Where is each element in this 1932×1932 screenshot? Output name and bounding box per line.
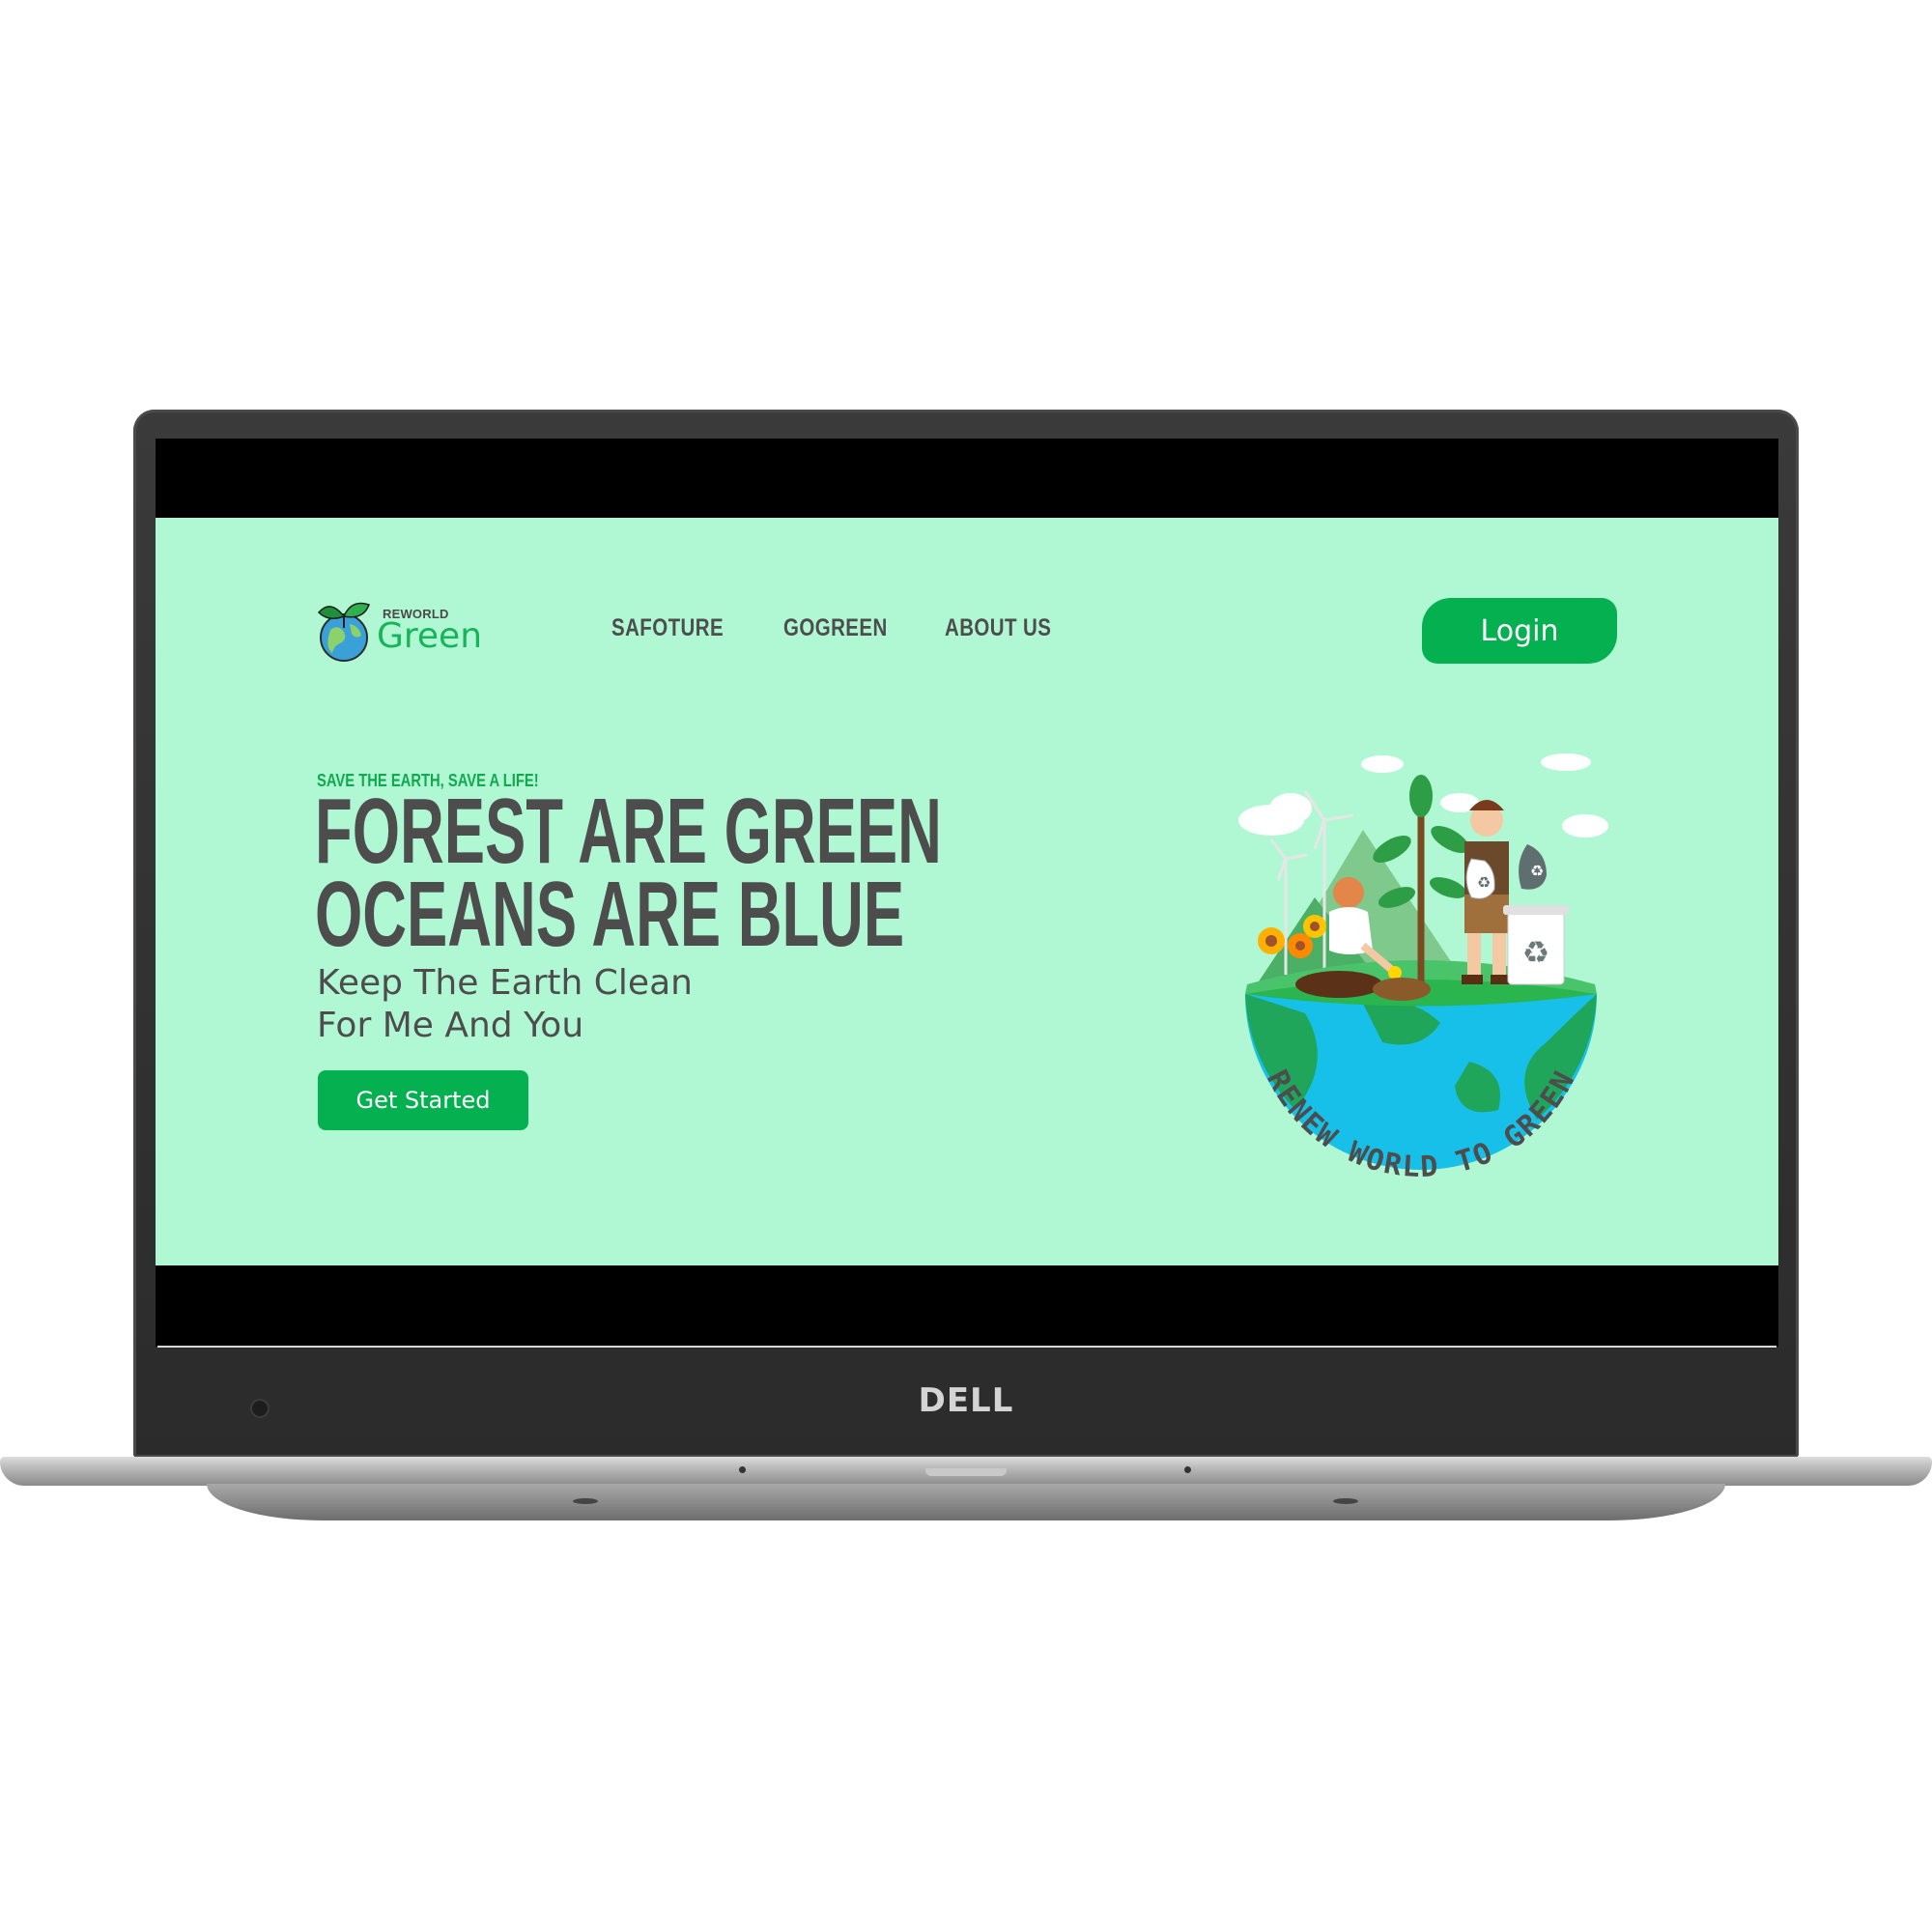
login-button[interactable]: Login <box>1422 598 1617 664</box>
base-dot <box>739 1466 746 1473</box>
dell-logo: DELL <box>918 1381 1014 1420</box>
logo-big-text: Green <box>377 616 483 656</box>
screen-bottom-edge <box>157 1346 1776 1348</box>
webcam-icon <box>250 1399 270 1418</box>
laptop-foot <box>573 1498 598 1504</box>
nav-link-safoture[interactable]: SAFOTURE <box>611 614 724 642</box>
base-dot <box>1184 1466 1191 1473</box>
website-page: REWORLD Green SAFOTURE GOGREEN ABOUT US … <box>156 518 1778 1265</box>
nav-link-about-us[interactable]: ABOUT US <box>945 614 1051 642</box>
get-started-button[interactable]: Get Started <box>318 1070 528 1130</box>
earth-recycling-illustration: ♻ ♻ ♻ RENEW WORLD TO GREEN <box>1238 753 1608 1184</box>
laptop-base-bottom <box>207 1484 1725 1520</box>
subtitle-line-2: For Me And You <box>317 1006 584 1045</box>
hero-subtitle: Keep The Earth Clean For Me And You <box>317 962 693 1047</box>
nav-link-gogreen[interactable]: GOGREEN <box>783 614 888 642</box>
svg-text:♻: ♻ <box>1530 862 1544 880</box>
headline-line-2: OCEANS ARE BLUE <box>315 863 905 966</box>
subtitle-line-1: Keep The Earth Clean <box>317 963 693 1003</box>
site-logo[interactable]: REWORLD Green <box>317 595 483 668</box>
globe-leaf-icon <box>317 602 370 662</box>
hero-headline: FOREST ARE GREEN OCEANS ARE BLUE <box>315 780 942 966</box>
laptop-mockup: REWORLD Green SAFOTURE GOGREEN ABOUT US … <box>0 0 1932 1932</box>
svg-text:♻: ♻ <box>1522 934 1550 971</box>
svg-text:♻: ♻ <box>1477 873 1491 892</box>
laptop-foot <box>1333 1498 1358 1504</box>
main-nav: SAFOTURE GOGREEN ABOUT US <box>611 614 1074 642</box>
headline-line-1: FOREST ARE GREEN <box>315 780 942 883</box>
lid-notch <box>925 1468 1007 1476</box>
